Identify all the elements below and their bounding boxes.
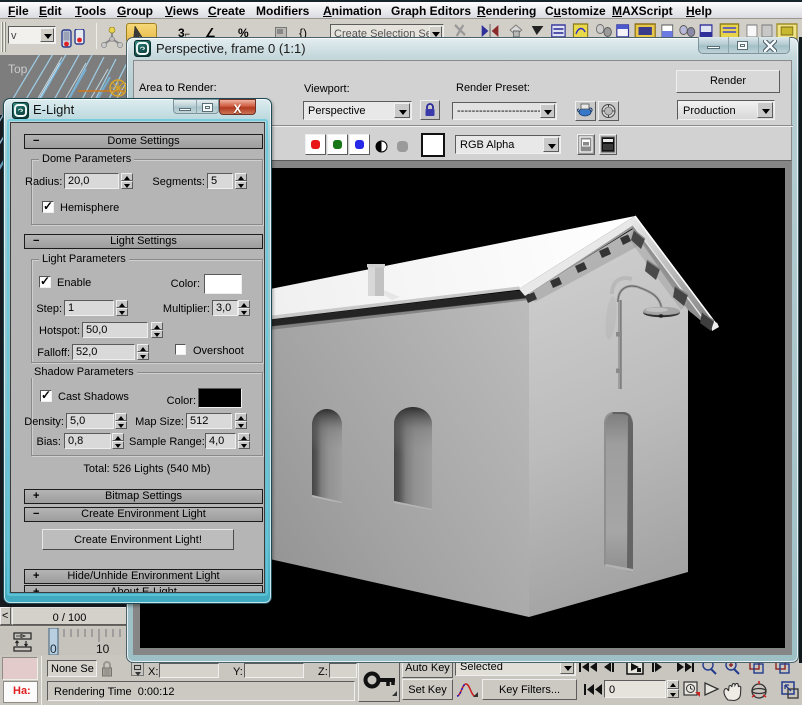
svg-text:10: 10 [96, 642, 110, 655]
svg-text:0: 0 [50, 642, 57, 655]
svg-text:Top: Top [8, 62, 28, 76]
